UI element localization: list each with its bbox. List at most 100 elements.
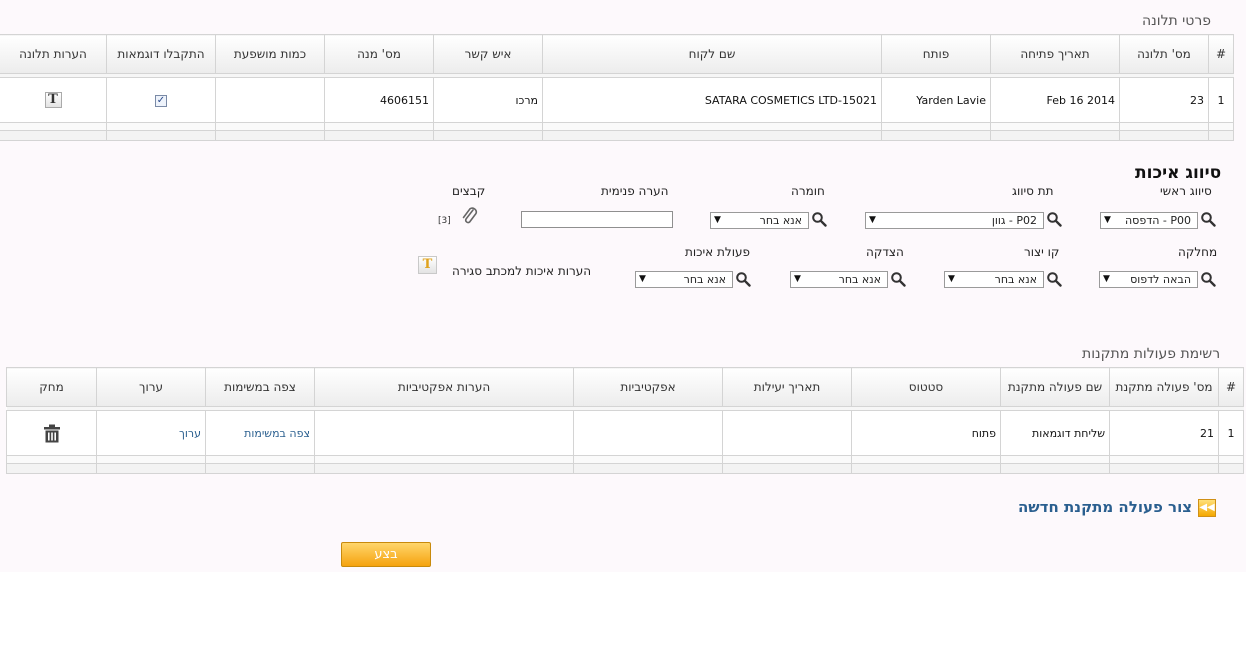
closing-notes-label: הערות איכות למכתב סגירה (452, 264, 592, 278)
delete-cell (6, 410, 97, 456)
col-header-edit: ערוך (96, 367, 206, 407)
col-header-action-no[interactable]: מס' פעולה מתקנת (1109, 367, 1219, 407)
col-header-status[interactable]: סטטוס (851, 367, 1001, 407)
col-header-batch-no[interactable]: מס' מנה (324, 34, 434, 74)
opener-cell: Yarden Lavie (881, 77, 991, 123)
col-header-view-tasks: צפה במשימות (205, 367, 315, 407)
chevron-down-icon: ▼ (1103, 274, 1110, 284)
new-corrective-action-label: צור פעולה מתקנת חדשה (1018, 498, 1193, 516)
chevron-down-icon: ▼ (794, 274, 801, 284)
effectiveness-cell (573, 410, 723, 456)
col-header-open-date[interactable]: תאריך פתיחה (990, 34, 1120, 74)
col-header-complaint-notes[interactable]: הערות תלונה (0, 34, 107, 74)
open-date-cell: Feb 16 2014 (990, 77, 1120, 123)
text-box-icon[interactable]: T (418, 256, 437, 274)
col-header-effectiveness-notes[interactable]: הערות אפקטיביות (314, 367, 574, 407)
quality-action-label: פעולת איכות (685, 245, 751, 259)
internal-note-label: הערה פנימית (601, 184, 669, 198)
justification-label: הצדקה (866, 245, 904, 259)
samples-received-cell: ✓ (106, 77, 216, 123)
paperclip-icon[interactable] (460, 206, 480, 226)
row-index: 1 (1208, 77, 1234, 123)
files-count: [3] (438, 216, 451, 226)
search-icon[interactable] (1046, 271, 1062, 287)
department-label: מחלקה (1178, 245, 1218, 259)
view-tasks-cell: צפה במשימות (205, 410, 315, 456)
corrective-table-header: # מס' פעולה מתקנת שם פעולה מתקנת סטטוס ת… (6, 367, 1244, 407)
search-icon[interactable] (1200, 211, 1216, 227)
action-name-cell: שליחת דוגמאות (1000, 410, 1110, 456)
severity-value: אנא בחר (759, 214, 802, 227)
page: פרטי תלונה # מס' תלונה תאריך פתיחה פותח … (0, 0, 1246, 572)
col-header-complaint-no[interactable]: מס' תלונה (1119, 34, 1209, 74)
batch-no-cell: 4606151 (324, 77, 434, 123)
corrective-table: # מס' פעולה מתקנת שם פעולה מתקנת סטטוס ת… (6, 367, 1244, 474)
quality-section-title: סיווג איכות (1135, 163, 1222, 183)
complaint-table-header: # מס' תלונה תאריך פתיחה פותח שם לקוח איש… (0, 34, 1234, 74)
internal-note-input[interactable] (521, 211, 673, 228)
complaint-table: # מס' תלונה תאריך פתיחה פותח שם לקוח איש… (0, 34, 1234, 141)
complaint-notes-cell: T (0, 77, 107, 123)
col-header-action-name[interactable]: שם פעולה מתקנת (1000, 367, 1110, 407)
search-icon[interactable] (1200, 271, 1216, 287)
col-header-index: # (1218, 367, 1244, 407)
samples-received-checkbox[interactable]: ✓ (155, 95, 167, 107)
main-class-value: P00 - הדפסה (1125, 214, 1191, 227)
department-value: הבאה לדפוס (1130, 273, 1191, 286)
complaint-section-title: פרטי תלונה (1142, 13, 1212, 29)
status-cell: פתוח (851, 410, 1001, 456)
quality-action-value: אנא בחר (683, 273, 726, 286)
col-header-index: # (1208, 34, 1234, 74)
trash-icon[interactable] (43, 424, 61, 443)
chevron-down-icon: ▼ (639, 274, 646, 284)
row-index: 1 (1218, 410, 1244, 456)
col-header-opener[interactable]: פותח (881, 34, 991, 74)
search-icon[interactable] (890, 271, 906, 287)
chevron-down-icon: ▼ (1104, 215, 1111, 225)
files-label: קבצים (452, 184, 486, 198)
chevron-down-icon: ▼ (869, 215, 876, 225)
quality-action-select[interactable]: אנא בחר ▼ (635, 271, 733, 288)
col-header-efficiency-date[interactable]: תאריך יעילות (722, 367, 852, 407)
view-tasks-link[interactable]: צפה במשימות (244, 427, 310, 440)
col-header-contact[interactable]: איש קשר (433, 34, 543, 74)
sub-class-label: תת סיווג (1012, 184, 1054, 198)
production-line-select[interactable]: אנא בחר ▼ (944, 271, 1044, 288)
effectiveness-notes-cell (314, 410, 574, 456)
col-header-samples-received[interactable]: התקבלו דוגמאות (106, 34, 216, 74)
fast-forward-icon: ◀◀ (1198, 498, 1217, 517)
main-class-select[interactable]: P00 - הדפסה ▼ (1100, 212, 1198, 229)
justification-value: אנא בחר (838, 273, 881, 286)
corrective-section-title: רשימת פעולות מתקנות (1082, 346, 1221, 362)
chevron-down-icon: ▼ (948, 274, 955, 284)
severity-label: חומרה (791, 184, 825, 198)
col-header-customer[interactable]: שם לקוח (542, 34, 882, 74)
production-line-label: קו יצור (1024, 245, 1060, 259)
action-no-cell: 21 (1109, 410, 1219, 456)
severity-select[interactable]: אנא בחר ▼ (710, 212, 809, 229)
main-class-label: סיווג ראשי (1160, 184, 1212, 198)
search-icon[interactable] (735, 271, 751, 287)
search-icon[interactable] (811, 211, 827, 227)
new-corrective-action-link[interactable]: ◀◀ צור פעולה מתקנת חדשה (1018, 498, 1217, 517)
justification-select[interactable]: אנא בחר ▼ (790, 271, 888, 288)
edit-link[interactable]: ערוך (179, 427, 201, 440)
efficiency-date-cell (722, 410, 852, 456)
affected-qty-cell (215, 77, 325, 123)
department-select[interactable]: הבאה לדפוס ▼ (1099, 271, 1198, 288)
col-header-affected-qty[interactable]: כמות מושפעת (215, 34, 325, 74)
col-header-effectiveness[interactable]: אפקטיביות (573, 367, 723, 407)
chevron-down-icon: ▼ (714, 215, 721, 225)
production-line-value: אנא בחר (994, 273, 1037, 286)
complaint-no-cell: 23 (1119, 77, 1209, 123)
back-button[interactable]: בצע (341, 542, 431, 567)
contact-cell: מרכו (433, 77, 543, 123)
search-icon[interactable] (1046, 211, 1062, 227)
table-row[interactable]: 1 23 Feb 16 2014 Yarden Lavie SATARA COS… (0, 77, 1234, 123)
text-box-icon[interactable]: T (44, 92, 62, 108)
col-header-delete: מחק (6, 367, 97, 407)
sub-class-value: P02 - גוון (991, 214, 1037, 227)
sub-class-select[interactable]: P02 - גוון ▼ (865, 212, 1044, 229)
table-row[interactable]: 1 21 שליחת דוגמאות פתוח צפה במשימות ערוך (6, 410, 1244, 456)
customer-cell: SATARA COSMETICS LTD-15021 (542, 77, 882, 123)
